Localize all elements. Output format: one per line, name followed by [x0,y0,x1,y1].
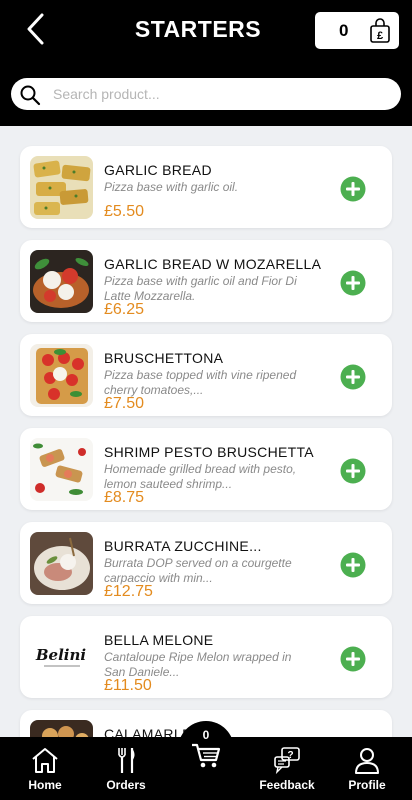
page-title: STARTERS [134,16,262,42]
product-card[interactable]: BRUSCHETTONA Pizza base topped with vine… [20,334,392,416]
feedback-icon: ? [274,747,300,775]
product-name: BRUSCHETTONA [104,350,224,366]
product-price: £7.50 [104,395,145,412]
cutlery-icon [118,748,135,773]
nav-profile-label: Profile [348,778,386,792]
back-chevron-icon[interactable] [22,12,52,46]
nav-home[interactable]: Home [14,737,76,800]
product-price: £12.75 [104,583,153,600]
product-name: GARLIC BREAD W MOZARELLA [104,256,322,272]
cart-fab[interactable]: 0 [178,721,234,777]
currency-symbol: £ [377,30,383,42]
product-name: BELLA MELONE [104,632,214,648]
product-description: Burrata DOP served on a courgette carpac… [104,556,292,585]
nav-feedback-label: Feedback [259,778,315,792]
product-image [30,438,93,501]
add-circle-icon[interactable] [340,458,366,484]
add-circle-icon[interactable] [340,364,366,390]
product-description: Pizza base with garlic oil and Fior Di L… [104,274,297,303]
nav-profile[interactable]: Profile [338,737,396,800]
product-image [30,344,93,407]
product-price: £5.50 [104,203,145,220]
search-icon [20,85,41,106]
product-image [30,156,93,219]
product-image [30,720,93,737]
search-bar[interactable] [11,78,401,110]
brand-logo: Belini [35,646,87,664]
product-description: Pizza base topped with vine ripened cher… [104,368,297,397]
product-card[interactable]: Belini BELLA MELONE Cantaloupe Ripe Melo… [20,616,392,698]
nav-feedback[interactable]: ? Feedback [248,737,326,800]
search-input[interactable] [53,83,383,105]
add-circle-icon[interactable] [340,646,366,672]
cart-total-button[interactable]: 0 £ [315,12,399,49]
product-name: BURRATA ZUCCHINE... [104,538,262,554]
nav-orders-label: Orders [106,778,146,792]
product-name: GARLIC BREAD [104,162,212,178]
cart-icon [192,743,221,768]
product-price: £6.25 [104,301,145,318]
product-card[interactable]: GARLIC BREAD W MOZARELLA Pizza base with… [20,240,392,322]
product-price: £8.75 [104,489,145,506]
add-circle-icon[interactable] [340,176,366,202]
product-description: Cantaloupe Ripe Melon wrapped in San Dan… [104,650,292,679]
product-price: £11.50 [104,677,152,694]
add-circle-icon[interactable] [340,270,366,296]
header: STARTERS 0 £ [0,0,412,126]
product-card[interactable]: SHRIMP PESTO BRUSCHETTA Homemade grilled… [20,428,392,510]
product-description: Pizza base with garlic oil. [104,180,239,194]
product-card[interactable]: BURRATA ZUCCHINE... Burrata DOP served o… [20,522,392,604]
cart-count: 0 [339,21,349,40]
product-image [30,250,93,313]
product-description: Homemade grilled bread with pesto, lemon… [104,462,297,491]
product-list[interactable]: GARLIC BREAD Pizza base with garlic oil.… [0,126,412,737]
product-image [30,532,93,595]
cart-fab-count: 0 [202,728,210,742]
nav-home-label: Home [28,778,62,792]
shopping-bag-icon: £ [370,18,390,43]
add-circle-icon[interactable] [340,552,366,578]
home-icon [32,748,58,773]
product-name: SHRIMP PESTO BRUSCHETTA [104,444,314,460]
profile-icon [355,748,379,774]
nav-orders[interactable]: Orders [96,737,156,800]
product-card[interactable]: GARLIC BREAD Pizza base with garlic oil.… [20,146,392,228]
product-image: Belini [30,626,93,689]
